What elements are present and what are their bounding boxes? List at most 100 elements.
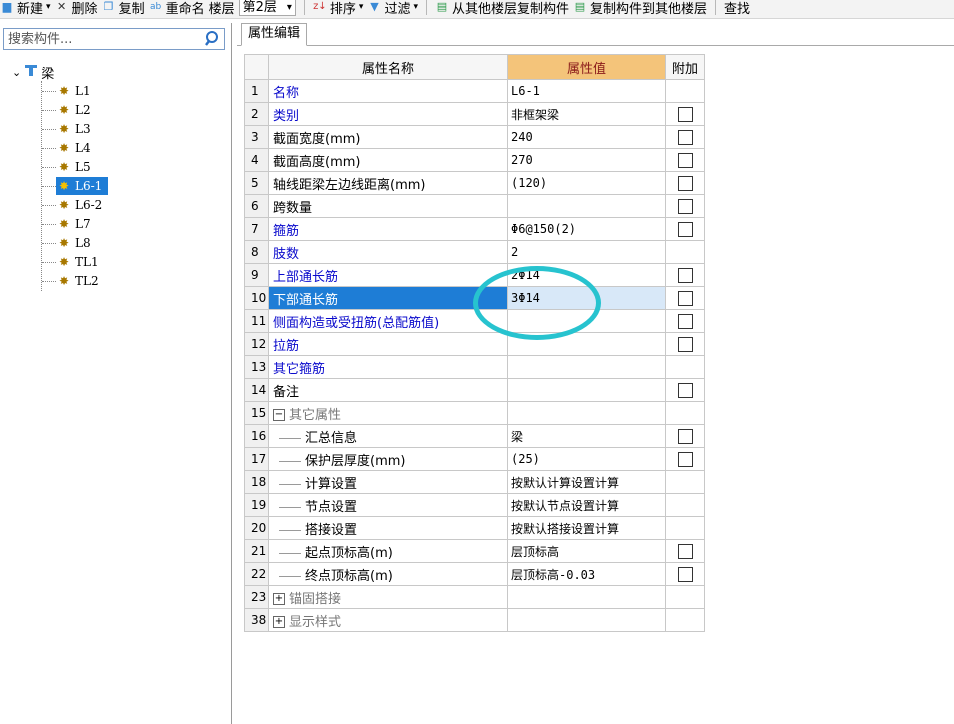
property-name-cell[interactable]: 名称 [268,79,508,103]
table-row[interactable]: 13 其它箍筋 [244,355,705,379]
copy-button[interactable]: ❐ 复制 [102,0,145,17]
tree-item-l4[interactable]: ✸ L4 [42,139,94,157]
extra-checkbox[interactable] [677,451,693,467]
property-value-cell[interactable] [507,585,666,609]
property-value-cell[interactable]: 按默认节点设置计算 [507,493,666,517]
tree-item-l6-1[interactable]: ✸ L6-1 [42,177,109,195]
table-row[interactable]: 21 起点顶标高(m) 层顶标高 [244,539,705,563]
tree-item-l3[interactable]: ✸ L3 [42,120,94,138]
extra-checkbox[interactable] [677,106,693,122]
property-name-cell[interactable]: 起点顶标高(m) [268,539,508,563]
property-name-cell[interactable]: 保护层厚度(mm) [268,447,508,471]
table-row[interactable]: 23 + 锚固搭接 [244,585,705,609]
property-value-cell[interactable]: 层顶标高-0.03 [507,562,666,586]
property-name-cell[interactable]: + 锚固搭接 [268,585,508,609]
property-name-cell[interactable]: 肢数 [268,240,508,264]
delete-button[interactable]: ✕ 删除 [55,0,98,17]
sort-button[interactable]: z↓ 排序 ▾ [313,0,363,17]
table-row[interactable]: 6 跨数量 [244,194,705,218]
copy-to-floor-button[interactable]: ▤ 复制构件到其他楼层 [573,0,707,17]
property-value-cell[interactable]: 270 [507,148,666,172]
property-value-cell[interactable]: 2Φ14 [507,263,666,287]
search-icon[interactable] [204,30,222,48]
collapse-icon[interactable]: − [273,409,285,421]
table-row[interactable]: 1 名称 L6-1 [244,79,705,103]
property-name-cell[interactable]: 拉筋 [268,332,508,356]
property-value-cell[interactable]: 按默认搭接设置计算 [507,516,666,540]
table-row[interactable]: 14 备注 [244,378,705,402]
table-row[interactable]: 19 节点设置 按默认节点设置计算 [244,493,705,517]
property-value-cell[interactable] [507,608,666,632]
tab-property-edit[interactable]: 属性编辑 [241,23,308,46]
header-extra[interactable]: 附加 [665,54,705,80]
property-name-cell[interactable]: 类别 [268,102,508,126]
table-row[interactable]: 4 截面高度(mm) 270 [244,148,705,172]
property-name-cell[interactable]: 计算设置 [268,470,508,494]
table-row[interactable]: 3 截面宽度(mm) 240 [244,125,705,149]
property-name-cell[interactable]: 汇总信息 [268,424,508,448]
filter-button[interactable]: ▼ 过滤 ▾ [367,0,418,17]
extra-checkbox[interactable] [677,198,693,214]
property-name-cell[interactable]: 轴线距梁左边线距离(mm) [268,171,508,195]
table-row[interactable]: 16 汇总信息 梁 [244,424,705,448]
property-value-cell[interactable]: 2 [507,240,666,264]
property-value-cell[interactable]: L6-1 [507,79,666,103]
property-value-cell[interactable] [507,378,666,402]
property-value-cell[interactable]: 按默认计算设置计算 [507,470,666,494]
property-value-cell[interactable] [507,355,666,379]
tree-item-l5[interactable]: ✸ L5 [42,158,94,176]
property-name-cell[interactable]: 侧面构造或受扭筋(总配筋值) [268,309,508,333]
extra-checkbox[interactable] [677,221,693,237]
table-row[interactable]: 5 轴线距梁左边线距离(mm) (120) [244,171,705,195]
copy-from-floor-button[interactable]: ▤ 从其他楼层复制构件 [435,0,569,17]
property-value-cell[interactable]: 非框架梁 [507,102,666,126]
table-row[interactable]: 9 上部通长筋 2Φ14 [244,263,705,287]
property-value-cell[interactable]: 240 [507,125,666,149]
extra-checkbox[interactable] [677,129,693,145]
property-name-cell[interactable]: 搭接设置 [268,516,508,540]
table-row[interactable]: 18 计算设置 按默认计算设置计算 [244,470,705,494]
table-row[interactable]: 11 侧面构造或受扭筋(总配筋值) [244,309,705,333]
table-row[interactable]: 20 搭接设置 按默认搭接设置计算 [244,516,705,540]
property-value-cell[interactable]: Φ6@150(2) [507,217,666,241]
extra-checkbox[interactable] [677,175,693,191]
find-button[interactable]: 查找 [724,0,750,17]
property-value-cell[interactable] [507,332,666,356]
property-value-cell[interactable]: (25) [507,447,666,471]
property-value-cell[interactable] [507,194,666,218]
table-row[interactable]: 8 肢数 2 [244,240,705,264]
search-input[interactable] [4,29,208,49]
property-name-cell[interactable]: 跨数量 [268,194,508,218]
table-row[interactable]: 12 拉筋 [244,332,705,356]
extra-checkbox[interactable] [677,313,693,329]
tree-item-tl1[interactable]: ✸ TL1 [42,253,102,271]
tree-item-l1[interactable]: ✸ L1 [42,82,94,100]
rename-button[interactable]: ab 重命名 [149,0,205,17]
table-row[interactable]: 22 终点顶标高(m) 层顶标高-0.03 [244,562,705,586]
table-row[interactable]: 2 类别 非框架梁 [244,102,705,126]
property-value-cell[interactable] [507,309,666,333]
header-property-name[interactable]: 属性名称 [268,54,508,80]
table-row[interactable]: 15− 其它属性 [244,401,705,425]
extra-checkbox[interactable] [677,428,693,444]
property-value-cell[interactable]: 层顶标高 [507,539,666,563]
expand-icon[interactable]: + [273,616,285,628]
tree-item-l7[interactable]: ✸ L7 [42,215,94,233]
property-name-cell[interactable]: 节点设置 [268,493,508,517]
property-value-cell[interactable] [507,401,666,425]
table-row[interactable]: 17 保护层厚度(mm) (25) [244,447,705,471]
extra-checkbox[interactable] [677,543,693,559]
extra-checkbox[interactable] [677,152,693,168]
tree-item-l2[interactable]: ✸ L2 [42,101,94,119]
extra-checkbox[interactable] [677,382,693,398]
property-name-cell[interactable]: 终点顶标高(m) [268,562,508,586]
table-row[interactable]: 38 + 显示样式 [244,608,705,632]
property-name-cell[interactable]: 截面高度(mm) [268,148,508,172]
property-name-cell[interactable]: 备注 [268,378,508,402]
property-name-cell[interactable]: + 显示样式 [268,608,508,632]
table-row[interactable]: 10 下部通长筋 3Φ14 [244,286,705,310]
extra-checkbox[interactable] [677,566,693,582]
table-row[interactable]: 7 箍筋 Φ6@150(2) [244,217,705,241]
property-value-cell[interactable]: (120) [507,171,666,195]
property-name-cell[interactable]: − 其它属性 [268,401,508,425]
